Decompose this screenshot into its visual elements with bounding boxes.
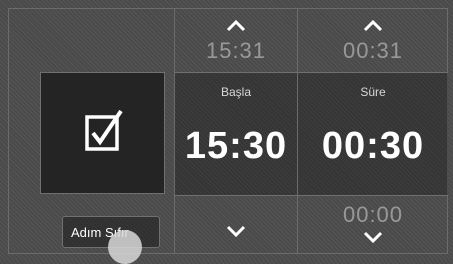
chevron-up-icon (362, 18, 384, 32)
duration-increment-button[interactable]: 00:31 (298, 8, 448, 68)
chevron-down-icon (362, 230, 384, 244)
start-time-value: 15:30 (184, 125, 288, 167)
duration-column: 00:31 Süre 00:30 00:00 (298, 8, 448, 254)
chevron-down-icon (225, 224, 247, 238)
duration-decrement-button[interactable]: 00:00 (298, 196, 448, 254)
start-decrement-button[interactable] (175, 196, 297, 254)
duration-previous-value: 00:00 (342, 202, 404, 227)
start-time-display[interactable]: Başla 15:30 (175, 72, 297, 196)
start-next-value: 15:31 (205, 38, 267, 63)
duration-value: 00:30 (321, 125, 425, 167)
checkbox-checked-icon (85, 109, 123, 151)
start-label: Başla (220, 85, 252, 99)
chevron-up-icon (225, 18, 247, 32)
touch-finger-icon (108, 230, 142, 264)
start-time-column: 15:31 Başla 15:30 (174, 8, 298, 254)
check-button[interactable] (40, 72, 165, 194)
duration-next-value: 00:31 (342, 38, 404, 63)
start-increment-button[interactable]: 15:31 (175, 8, 297, 68)
duration-display[interactable]: Süre 00:30 (298, 72, 448, 196)
duration-label: Süre (360, 85, 386, 99)
